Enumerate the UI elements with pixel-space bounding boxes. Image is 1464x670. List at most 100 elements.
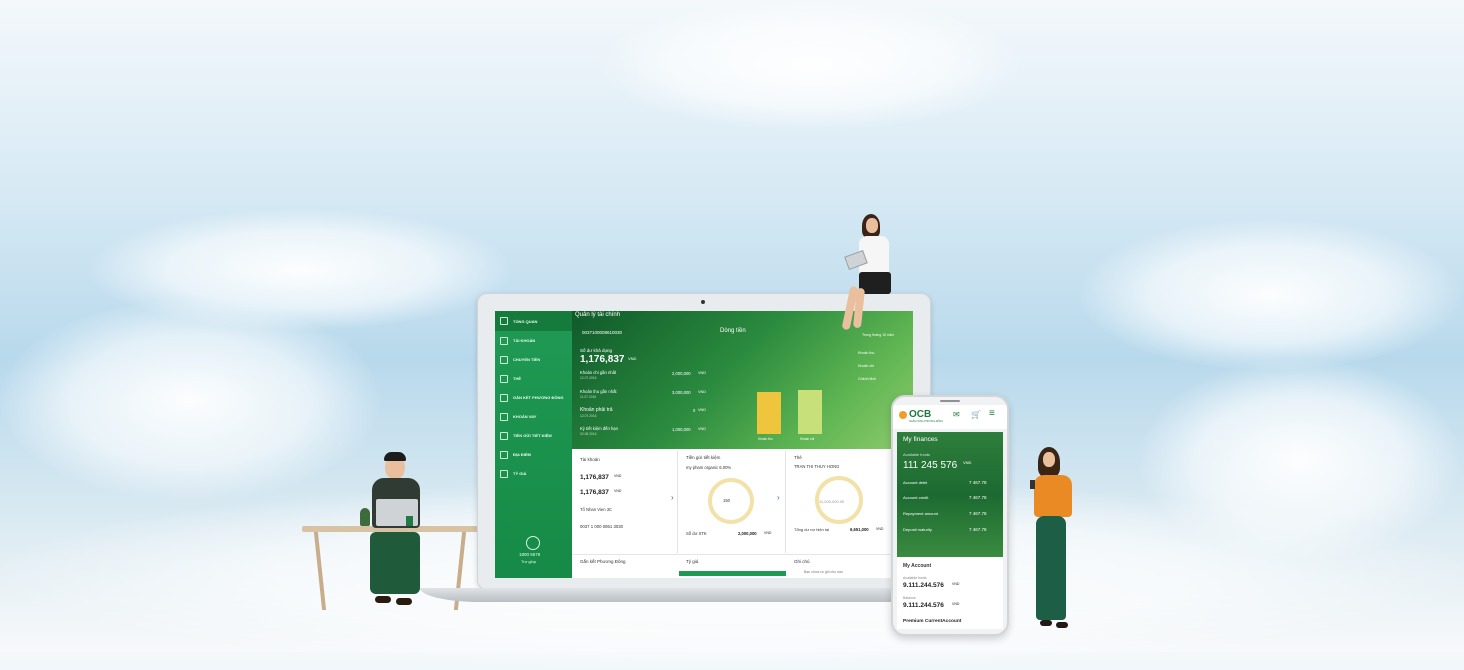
- account-card[interactable]: Tài khoản 1,176,837 VND 1,176,837 VND Tổ…: [572, 451, 678, 553]
- bar-label: Khoản chi: [800, 437, 815, 441]
- avail-value: 9.111.244.576: [903, 582, 944, 589]
- sidebar-item-overview[interactable]: TỔNG QUAN: [495, 311, 572, 331]
- sidebar-item-card[interactable]: THẺ: [495, 369, 572, 388]
- currency: VND: [963, 460, 972, 465]
- card-title: Tài khoản: [580, 457, 600, 462]
- row-label: Khoản chi gần nhất: [580, 370, 617, 375]
- bal-label: Balance: [903, 596, 916, 600]
- cashflow-bar: [798, 390, 822, 434]
- row-value: 7 467.78: [969, 527, 987, 532]
- row-currency: VND: [698, 390, 707, 394]
- section-title[interactable]: Gắn kết Phương Đông: [580, 559, 626, 564]
- sidebar-item-label: GẮN KẾT PHƯƠNG ĐÔNG: [513, 395, 564, 400]
- shoe: [396, 598, 412, 605]
- notification-icon[interactable]: ✉: [953, 410, 960, 419]
- amount: 1,176,837: [580, 474, 609, 481]
- amount: 1,176,837: [580, 489, 609, 496]
- row-value: 7 467.78: [969, 495, 987, 500]
- cashflow-bar: [757, 392, 781, 434]
- sidebar-item-transfer[interactable]: CHUYỂN TIỀN: [495, 350, 572, 369]
- savings-card[interactable]: Tiền gửi tiết kiệm my pham organic 6.00%…: [678, 451, 786, 553]
- row-value: 7 467.78: [969, 511, 987, 516]
- brand-sub: NGÂN HÀNG PHƯƠNG ĐÔNG: [909, 420, 943, 423]
- man-hair: [384, 452, 406, 461]
- ocb-logo-icon: [899, 411, 907, 419]
- sidebar-item-account[interactable]: TÀI KHOẢN: [495, 331, 572, 350]
- cashflow-link[interactable]: Trong tháng 10 năm: [862, 333, 894, 337]
- section-title[interactable]: Ghi chú: [794, 559, 810, 564]
- currency: VND: [764, 531, 772, 535]
- product-name: Premium CurrentAccount: [903, 619, 962, 624]
- cloud: [0, 300, 380, 500]
- account-panel[interactable]: My Account Available funds 9.111.244.576…: [897, 557, 1003, 629]
- sidebar-item-location[interactable]: ĐỊA ĐIỂM: [495, 445, 572, 464]
- woman-face: [866, 218, 878, 233]
- legend-item: Khoản thu: [858, 351, 875, 355]
- woman-pants: [1036, 516, 1066, 620]
- balance-label: Available funds: [903, 452, 931, 457]
- row-label: Khoản phải trả: [580, 407, 613, 413]
- row-label: Repayment amount: [903, 511, 938, 516]
- available-label: Số dư khả dụng: [580, 348, 613, 353]
- row-date: 02.08.2016: [580, 432, 597, 436]
- phone-speaker: [940, 400, 960, 402]
- camera-icon: [701, 300, 705, 304]
- row-label: Khoản thu gần nhất: [580, 389, 617, 394]
- savings-icon: [500, 431, 508, 440]
- sidebar-item-link[interactable]: GẮN KẾT PHƯƠNG ĐÔNG: [495, 388, 572, 407]
- sidebar-item-savings[interactable]: TIỀN GỬI TIẾT KIỆM: [495, 426, 572, 445]
- account-number: 0037 1 000 0861 3030: [580, 524, 624, 529]
- location-icon: [500, 450, 508, 459]
- chevron-right-icon[interactable]: ›: [777, 493, 780, 502]
- sidebar-item-label: TIỀN GỬI TIẾT KIỆM: [513, 433, 552, 438]
- account-number[interactable]: 0037100008610030: [582, 330, 622, 335]
- sidebar-item-label: CHUYỂN TIỀN: [513, 357, 541, 362]
- menu-icon[interactable]: ≡: [989, 408, 995, 419]
- bottom-row: Gắn kết Phương Đông Tỷ giá Ghi chú Bạn c…: [572, 554, 913, 578]
- balance: 111 245 576: [903, 460, 958, 471]
- plant: [360, 508, 370, 526]
- section-title[interactable]: Tỷ giá: [686, 559, 698, 564]
- link-icon: [500, 393, 508, 402]
- card-icon: [500, 374, 508, 383]
- woman-phone: [1030, 480, 1035, 489]
- row-value: 7 467.78: [969, 480, 987, 485]
- sidebar: TỔNG QUAN TÀI KHOẢN CHUYỂN TIỀN THẺ GẮN …: [495, 311, 572, 578]
- row-label: Kỳ tiết kiệm đến hạn: [580, 426, 618, 431]
- cashflow-title: Dòng tiền: [720, 328, 746, 334]
- woman-top: [1034, 475, 1072, 517]
- sidebar-item-loan[interactable]: KHOẢN VAY: [495, 407, 572, 426]
- cart-icon[interactable]: 🛒: [971, 410, 981, 419]
- shoe: [1056, 622, 1068, 628]
- card-title: Thẻ: [794, 455, 802, 460]
- finances-panel: My finances Available funds 111 245 576 …: [897, 432, 1003, 557]
- currency: VND: [952, 582, 960, 586]
- ring-value: 150: [723, 498, 730, 503]
- row-label: Account debit: [903, 480, 928, 485]
- exchange-icon: [500, 469, 508, 478]
- sidebar-item-label: KHOẢN VAY: [513, 414, 537, 419]
- cloud: [600, 0, 1020, 130]
- shoe: [375, 596, 391, 603]
- search-icon: [500, 336, 508, 345]
- row-date: 12.07.2016: [580, 414, 597, 418]
- loan-icon: [500, 412, 508, 421]
- total-label: Tổng dư nợ hiện tại: [794, 527, 830, 532]
- phone-icon: [526, 536, 540, 550]
- total-value: 2,000,000: [738, 531, 757, 536]
- chevron-right-icon[interactable]: ›: [671, 493, 674, 502]
- currency: VND: [952, 602, 960, 606]
- row-currency: VND: [698, 427, 707, 431]
- laptop-screen: TỔNG QUAN TÀI KHOẢN CHUYỂN TIỀN THẺ GẮN …: [495, 311, 913, 578]
- row-label: Account credit: [903, 495, 929, 500]
- brand: OCB: [909, 409, 932, 420]
- currency: VND: [876, 527, 884, 531]
- row-currency: VND: [698, 408, 707, 412]
- sidebar-item-rate[interactable]: TỶ GIÁ: [495, 464, 572, 483]
- sidebar-item-label: TỔNG QUAN: [513, 318, 538, 324]
- phone-header: OCB NGÂN HÀNG PHƯƠNG ĐÔNG ✉ 🛒 ≡: [893, 405, 1007, 429]
- row-date: 12.07.2016: [580, 376, 597, 380]
- currency: VND: [614, 474, 622, 478]
- row-currency: VND: [698, 371, 707, 375]
- phone-frame: OCB NGÂN HÀNG PHƯƠNG ĐÔNG ✉ 🛒 ≡ My finan…: [891, 395, 1009, 636]
